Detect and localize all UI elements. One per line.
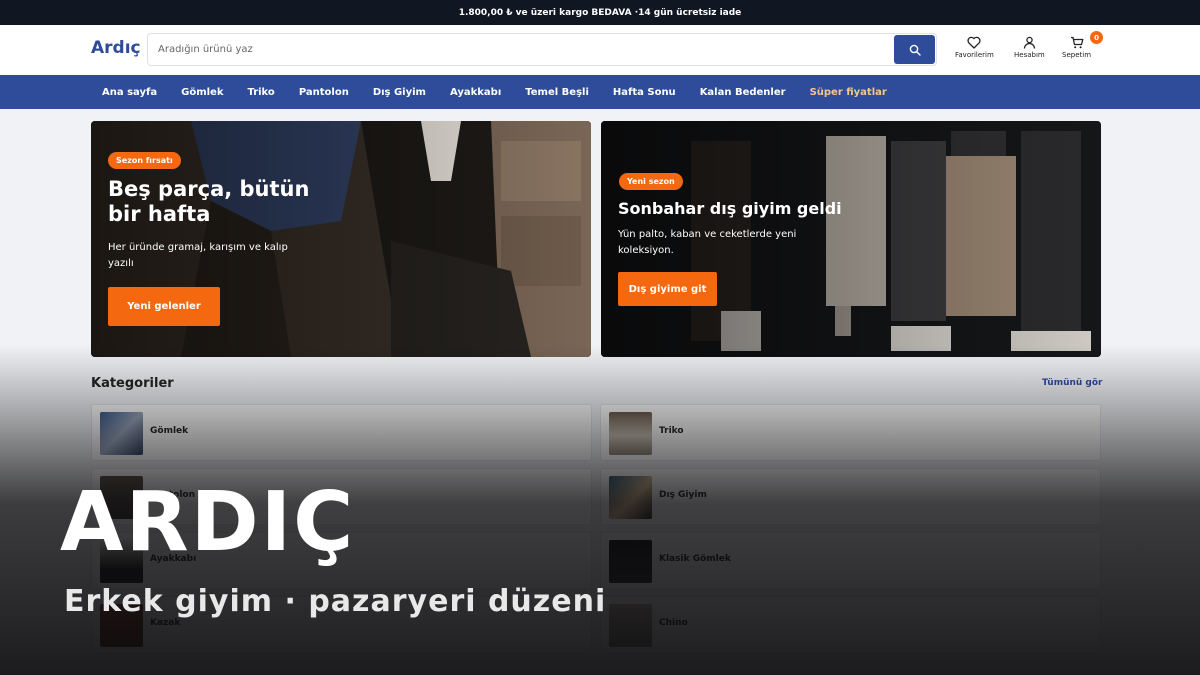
heart-icon: [967, 36, 981, 49]
search-bar: [147, 33, 937, 66]
favorites-label: Favorilerim: [955, 51, 994, 59]
banner-right-desc-line1: Yün palto, kaban ve ceketlerde yeni: [618, 229, 797, 240]
nav-item-dis-giyim[interactable]: Dış Giyim: [373, 87, 426, 98]
banner-left-desc-line1: Her üründe gramaj, karışım ve kalıp: [108, 242, 288, 253]
category-card-gomlek[interactable]: Gömlek: [91, 404, 592, 461]
search-input[interactable]: [158, 34, 888, 65]
nav-item-ayakkabi[interactable]: Ayakkabı: [450, 87, 501, 98]
category-label: Chino: [659, 618, 688, 628]
banner-left-desc-line2: yazılı: [108, 258, 134, 269]
account-label: Hesabım: [1014, 51, 1045, 59]
category-thumbnail: [609, 412, 652, 455]
favorites-button[interactable]: Favorilerim: [955, 36, 994, 59]
banner-left-badge: Sezon fırsatı: [108, 152, 181, 169]
category-card-triko[interactable]: Triko: [600, 404, 1101, 461]
category-label: Dış Giyim: [659, 490, 707, 500]
nav-item-hafta-sonu[interactable]: Hafta Sonu: [613, 87, 676, 98]
category-card-chino[interactable]: Chino: [600, 596, 1101, 653]
category-card-dis-giyim[interactable]: Dış Giyim: [600, 468, 1101, 525]
hero-banner-right[interactable]: Yeni sezon Sonbahar dış giyim geldi Yün …: [601, 121, 1101, 357]
new-arrivals-button[interactable]: Yeni gelenler: [108, 287, 220, 326]
cart-count-badge: 0: [1090, 31, 1104, 44]
nav-item-triko[interactable]: Triko: [247, 87, 274, 98]
see-all-link[interactable]: Tümünü gör: [1042, 378, 1103, 388]
overlay-brand-title: ARDIÇ: [60, 475, 356, 570]
banner-left-title: Beş parça, bütün bir hafta: [108, 177, 309, 227]
banner-left-desc: Her üründe gramaj, karışım ve kalıp yazı…: [108, 240, 288, 272]
user-icon: [1023, 36, 1036, 49]
category-label: Gömlek: [150, 426, 189, 436]
category-thumbnail: [100, 412, 143, 455]
category-thumbnail: [609, 476, 652, 519]
site-header: Ardıç Favorilerim Hesabım Sepetim 0: [0, 25, 1200, 75]
banner-left-title-line1: Beş parça, bütün: [108, 177, 310, 201]
cart-button[interactable]: Sepetim 0: [1062, 31, 1104, 59]
main-nav: Ana sayfa Gömlek Triko Pantolon Dış Giyi…: [0, 75, 1200, 109]
nav-item-pantolon[interactable]: Pantolon: [299, 87, 349, 98]
cart-label: Sepetim: [1062, 51, 1092, 59]
category-label: Klasik Gömlek: [659, 554, 731, 564]
banner-right-desc: Yün palto, kaban ve ceketlerde yeni kole…: [618, 227, 796, 259]
banner-right-badge: Yeni sezon: [619, 173, 683, 190]
category-card-klasik-gomlek[interactable]: Klasik Gömlek: [600, 532, 1101, 589]
categories-title: Kategoriler: [91, 376, 174, 391]
nav-item-temel-besli[interactable]: Temel Beşli: [525, 87, 589, 98]
promo-bar: 1.800,00 ₺ ve üzeri kargo BEDAVA ·14 gün…: [0, 0, 1200, 25]
nav-item-ana-sayfa[interactable]: Ana sayfa: [102, 87, 157, 98]
category-thumbnail: [609, 540, 652, 583]
hero-banner-left[interactable]: Sezon fırsatı Beş parça, bütün bir hafta…: [91, 121, 591, 357]
banner-left-title-line2: bir hafta: [108, 202, 211, 227]
account-button[interactable]: Hesabım: [1014, 36, 1045, 59]
nav-item-gomlek[interactable]: Gömlek: [181, 87, 223, 98]
search-icon: [909, 44, 921, 56]
category-label: Triko: [659, 426, 684, 436]
outerwear-button[interactable]: Dış giyime git: [618, 272, 717, 306]
category-label: Kazak: [150, 618, 181, 628]
search-button[interactable]: [894, 35, 935, 64]
site-logo[interactable]: Ardıç: [91, 38, 141, 58]
category-thumbnail: [609, 604, 652, 647]
nav-item-kalan-bedenler[interactable]: Kalan Bedenler: [700, 87, 786, 98]
promo-text: 1.800,00 ₺ ve üzeri kargo BEDAVA ·14 gün…: [458, 7, 742, 18]
cart-icon: [1070, 36, 1083, 49]
nav-item-super-fiyatlar[interactable]: Süper fiyatlar: [810, 87, 887, 98]
overlay-brand-subtitle: Erkek giyim · pazaryeri düzeni: [64, 584, 607, 619]
banner-right-desc-line2: koleksiyon.: [618, 245, 674, 256]
banner-right-title: Sonbahar dış giyim geldi: [618, 199, 842, 218]
